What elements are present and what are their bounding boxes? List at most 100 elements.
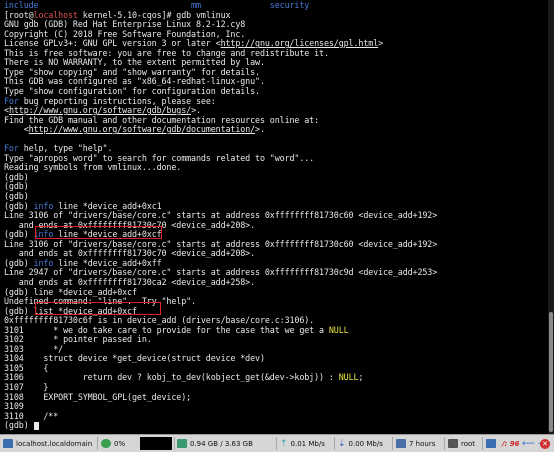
terminal-text: Type "show configuration" for configurat…: [4, 85, 260, 96]
terminal-line: Line 3106 of "drivers/base/core.c" start…: [4, 210, 437, 220]
terminal-line: and ends at 0xffffffff81730ca2 <device_a…: [4, 277, 255, 287]
terminal-text: >.: [255, 124, 265, 135]
taskbar-user[interactable]: root: [448, 437, 475, 450]
terminal-text: ;: [358, 372, 364, 383]
terminal-text: include: [4, 0, 39, 10]
terminal-text: 3110 /**: [4, 410, 59, 421]
terminal-text: http://www.gnu.org/software/gdb/bugs/: [8, 105, 192, 116]
host-label: localhost.localdomain: [16, 439, 93, 448]
terminal-line: (gdb): [4, 172, 29, 182]
terminal-line: 3110 /**: [4, 411, 58, 421]
arrow-left-icon[interactable]: ⟵: [522, 439, 535, 449]
terminal-line: (gdb): [4, 191, 29, 201]
up-label: 0.01 Mb/s: [290, 439, 325, 448]
terminal-text: kernel-5.10-cqos]# gdb vmlinux: [77, 9, 231, 20]
terminal-line: This GDB was configured as "x86_64-redha…: [4, 76, 265, 86]
taskbar-download[interactable]: ⇣ 0.00 Mb/s: [338, 437, 383, 450]
terminal-text: Find the GDB manual and other documentat…: [4, 114, 320, 125]
cpu-graph: [140, 437, 172, 450]
terminal-text: >: [378, 38, 384, 49]
terminal-text: Line 2947 of "drivers/base/core.c" start…: [4, 267, 438, 278]
taskbar-close[interactable]: ✕: [540, 437, 550, 450]
monitor-icon: [3, 439, 13, 448]
terminal-line: 0xffffffff81730c6f is in device_add (dri…: [4, 315, 314, 325]
terminal-text: 3101 * we do take care to provide for th…: [4, 324, 329, 335]
terminal-text: This is free software: you are free to c…: [4, 47, 329, 58]
terminal-line: Type "show configuration" for configurat…: [4, 86, 260, 96]
terminal-text: Type "show copying" and "show warranty" …: [4, 66, 260, 77]
terminal-text: (gdb): [4, 171, 29, 182]
terminal-line: 3106 return dev ? kobj_to_dev(kobject_ge…: [4, 372, 363, 382]
user-label: root: [461, 439, 476, 448]
terminal-line: <http://www.gnu.org/software/gdb/documen…: [4, 124, 265, 134]
terminal-text: <: [4, 124, 29, 135]
terminal-text: (gdb): [4, 420, 34, 431]
terminal-line: 3107 }: [4, 382, 48, 392]
terminal-line: License GPLv3+: GNU GPL version 3 or lat…: [4, 38, 383, 48]
terminal-line: 3104 struct device *get_device(struct de…: [4, 353, 265, 363]
terminal-text: and ends at 0xffffffff81730c70 <device_a…: [4, 248, 256, 259]
terminal-line: Copyright (C) 2018 Free Software Foundat…: [4, 29, 245, 39]
terminal-text: localhost: [33, 9, 78, 20]
terminal-text: (gdb): [4, 200, 34, 211]
terminal-text: For: [4, 143, 19, 154]
uptime-label: 7 hours: [409, 439, 436, 448]
terminal-text: (gdb): [4, 229, 34, 240]
terminal-line: 3103 */: [4, 344, 63, 354]
terminal-line: (gdb) info line *device_add+0xc1: [4, 201, 162, 211]
terminal-text: 3104 struct device *get_device(struct de…: [4, 353, 265, 364]
terminal-line: 3108 EXPORT_SYMBOL_GPL(get_device);: [4, 392, 191, 402]
terminal-text: line *device_add+0xff: [53, 257, 162, 268]
terminal-text: License GPLv3+: GNU GPL version 3 or lat…: [4, 38, 221, 49]
taskbar-host[interactable]: localhost.localdomain: [3, 437, 92, 450]
terminal-text: For: [4, 95, 19, 106]
memory-icon: [177, 439, 187, 448]
terminal-text: NULL: [338, 372, 359, 383]
terminal-text: 3106 return dev ? kobj_to_dev(kobject_ge…: [4, 372, 339, 383]
terminal-text: (gdb): [4, 257, 34, 268]
terminal-line: There is NO WARRANTY, to the extent perm…: [4, 57, 265, 67]
terminal-line: Find the GDB manual and other documentat…: [4, 115, 319, 125]
mem-label: 0.94 GB / 3.63 GB: [190, 439, 253, 448]
terminal-text: and ends at 0xffffffff81730ca2 <device_a…: [4, 276, 256, 287]
terminal-text: >.: [191, 105, 201, 116]
terminal-line: (gdb): [4, 420, 39, 430]
taskbar-display[interactable]: [486, 437, 496, 450]
terminal-text: 3108 EXPORT_SYMBOL_GPL(get_device);: [4, 391, 192, 402]
terminal-line: Type "apropos word" to search for comman…: [4, 153, 314, 163]
download-arrow-icon: ⇣: [338, 438, 346, 449]
taskbar-cpu[interactable]: 0%: [101, 437, 125, 450]
terminal-text: GNU gdb (GDB) Red Hat Enterprise Linux 8…: [4, 19, 246, 30]
terminal-line: (gdb): [4, 181, 29, 191]
terminal-text: (gdb): [4, 191, 29, 201]
terminal-text: 0xffffffff81730c6f is in device_add (dri…: [4, 315, 315, 326]
terminal-text: info: [33, 257, 54, 268]
terminal-window[interactable]: include mm security [root@localhost kerne…: [0, 0, 548, 434]
terminal-text: NULL: [328, 324, 349, 335]
terminal-text: There is NO WARRANTY, to the extent perm…: [4, 57, 265, 68]
scrollbar-thumb[interactable]: [549, 312, 553, 432]
terminal-text: mm security: [38, 0, 310, 10]
terminal-scrollbar[interactable]: [548, 0, 554, 434]
terminal-line: 3109: [4, 401, 24, 411]
terminal-line: Line 3106 of "drivers/base/core.c" start…: [4, 239, 437, 249]
terminal-text: 3103 */: [4, 343, 64, 354]
taskbar-extra[interactable]: /: 96: [502, 437, 520, 450]
terminal-text: Line 3106 of "drivers/base/core.c" start…: [4, 238, 438, 249]
terminal-text: Copyright (C) 2018 Free Software Foundat…: [4, 28, 246, 39]
cpu-label: 0%: [114, 439, 126, 448]
taskbar-upload[interactable]: ⇡ 0.01 Mb/s: [280, 437, 325, 450]
terminal-text: 3109: [4, 401, 24, 412]
terminal-text: 3102 * pointer passed in.: [4, 334, 152, 345]
terminal-text: 3107 }: [4, 382, 49, 392]
taskbar-uptime[interactable]: 7 hours: [396, 437, 435, 450]
terminal-cursor: [33, 421, 39, 430]
terminal-text: info: [33, 200, 54, 211]
terminal-line: (gdb) line *device_add+0xcf: [4, 287, 137, 297]
close-icon[interactable]: ✕: [540, 438, 550, 449]
terminal-line: Type "show copying" and "show warranty" …: [4, 67, 260, 77]
upload-arrow-icon: ⇡: [280, 438, 288, 449]
terminal-line: Line 2947 of "drivers/base/core.c" start…: [4, 267, 437, 277]
terminal-line: 3105 {: [4, 363, 48, 373]
taskbar-memory[interactable]: 0.94 GB / 3.63 GB: [177, 437, 253, 450]
